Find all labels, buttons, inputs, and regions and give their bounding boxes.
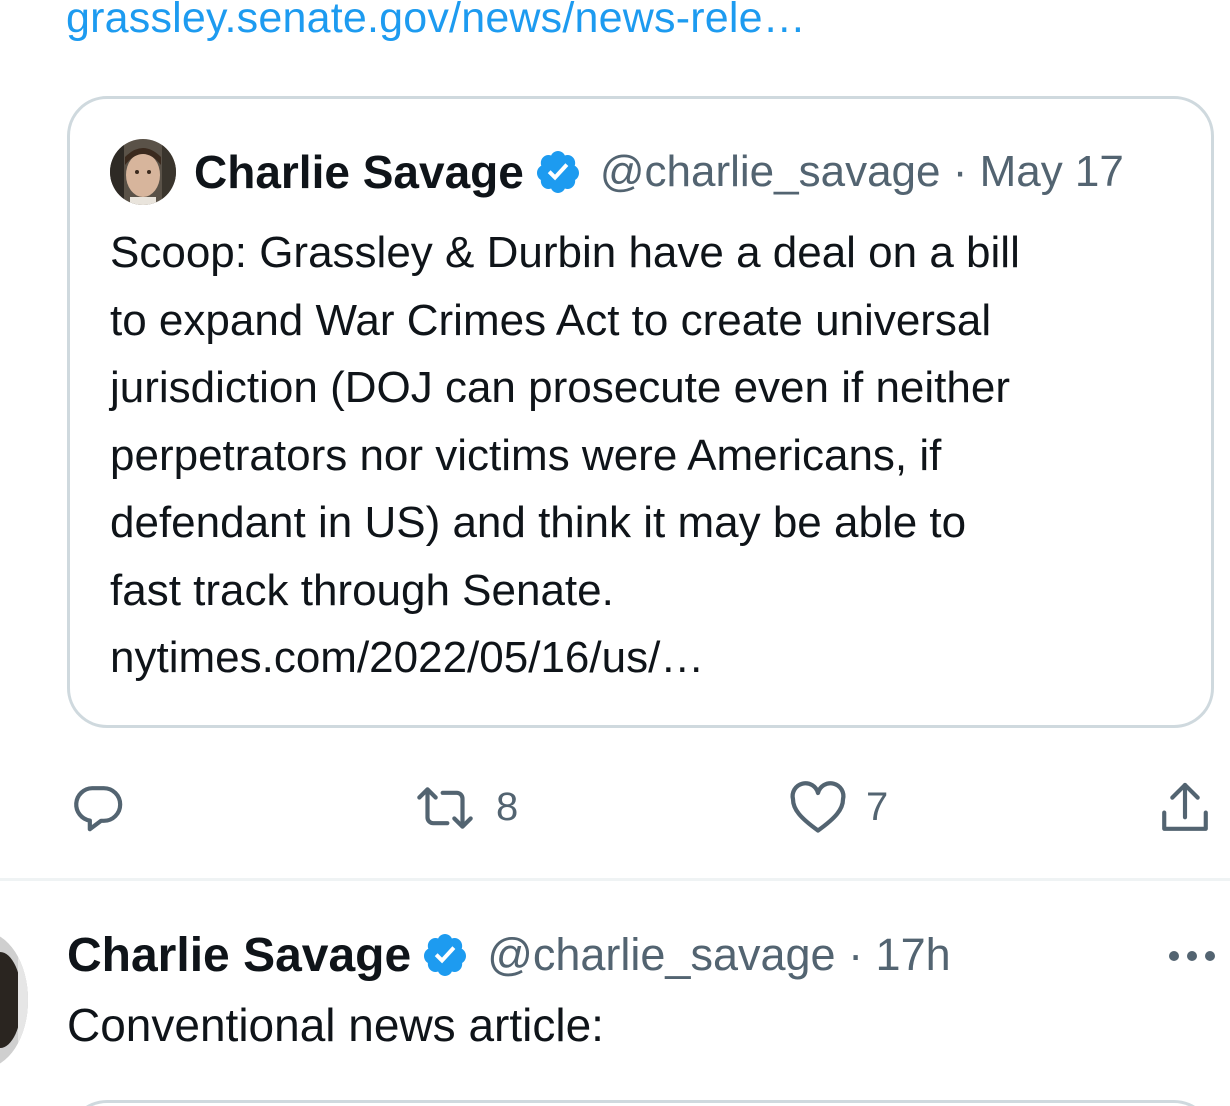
- tweet-text: Conventional news article:: [67, 999, 604, 1051]
- share-icon: [1157, 778, 1213, 838]
- external-link[interactable]: grassley.senate.gov/news/news-rele…: [66, 0, 806, 43]
- quoted-tweet-link[interactable]: nytimes.com/2022/05/16/us/…: [110, 624, 704, 692]
- retweet-button[interactable]: 8: [412, 770, 518, 845]
- author-avatar[interactable]: [0, 932, 28, 1068]
- retweet-count: 8: [496, 785, 519, 829]
- author-handle-and-time[interactable]: @charlie_savage · May 17: [600, 147, 1124, 197]
- reply-button[interactable]: [70, 770, 126, 845]
- author-name[interactable]: Charlie Savage: [67, 928, 411, 983]
- verified-badge-icon: [421, 931, 469, 979]
- tweet-actions-bar: 8 7: [0, 770, 1230, 845]
- author-avatar[interactable]: [110, 139, 176, 205]
- author-name[interactable]: Charlie Savage: [194, 145, 524, 199]
- reply-icon: [70, 780, 126, 836]
- link-card-preview[interactable]: [67, 1100, 1214, 1106]
- quoted-tweet-text: Scoop: Grassley & Durbin have a deal on …: [110, 228, 1020, 615]
- more-options-icon[interactable]: [1164, 936, 1220, 976]
- author-handle-and-time[interactable]: @charlie_savage · 17h: [487, 929, 950, 981]
- tweet-thread-view: grassley.senate.gov/news/news-rele… Char…: [0, 0, 1230, 1106]
- like-count: 7: [866, 785, 889, 829]
- quoted-tweet-header: Charlie Savage @charlie_savage · May 17: [110, 137, 1124, 207]
- retweet-icon: [412, 780, 478, 836]
- quoted-tweet-card[interactable]: Charlie Savage @charlie_savage · May 17 …: [67, 96, 1214, 728]
- heart-icon: [788, 780, 848, 836]
- like-button[interactable]: 7: [788, 770, 888, 845]
- share-button[interactable]: [1157, 770, 1213, 845]
- tweet-header: Charlie Savage @charlie_savage · 17h: [67, 918, 951, 992]
- tweet-divider: [0, 878, 1230, 881]
- verified-badge-icon: [534, 148, 582, 196]
